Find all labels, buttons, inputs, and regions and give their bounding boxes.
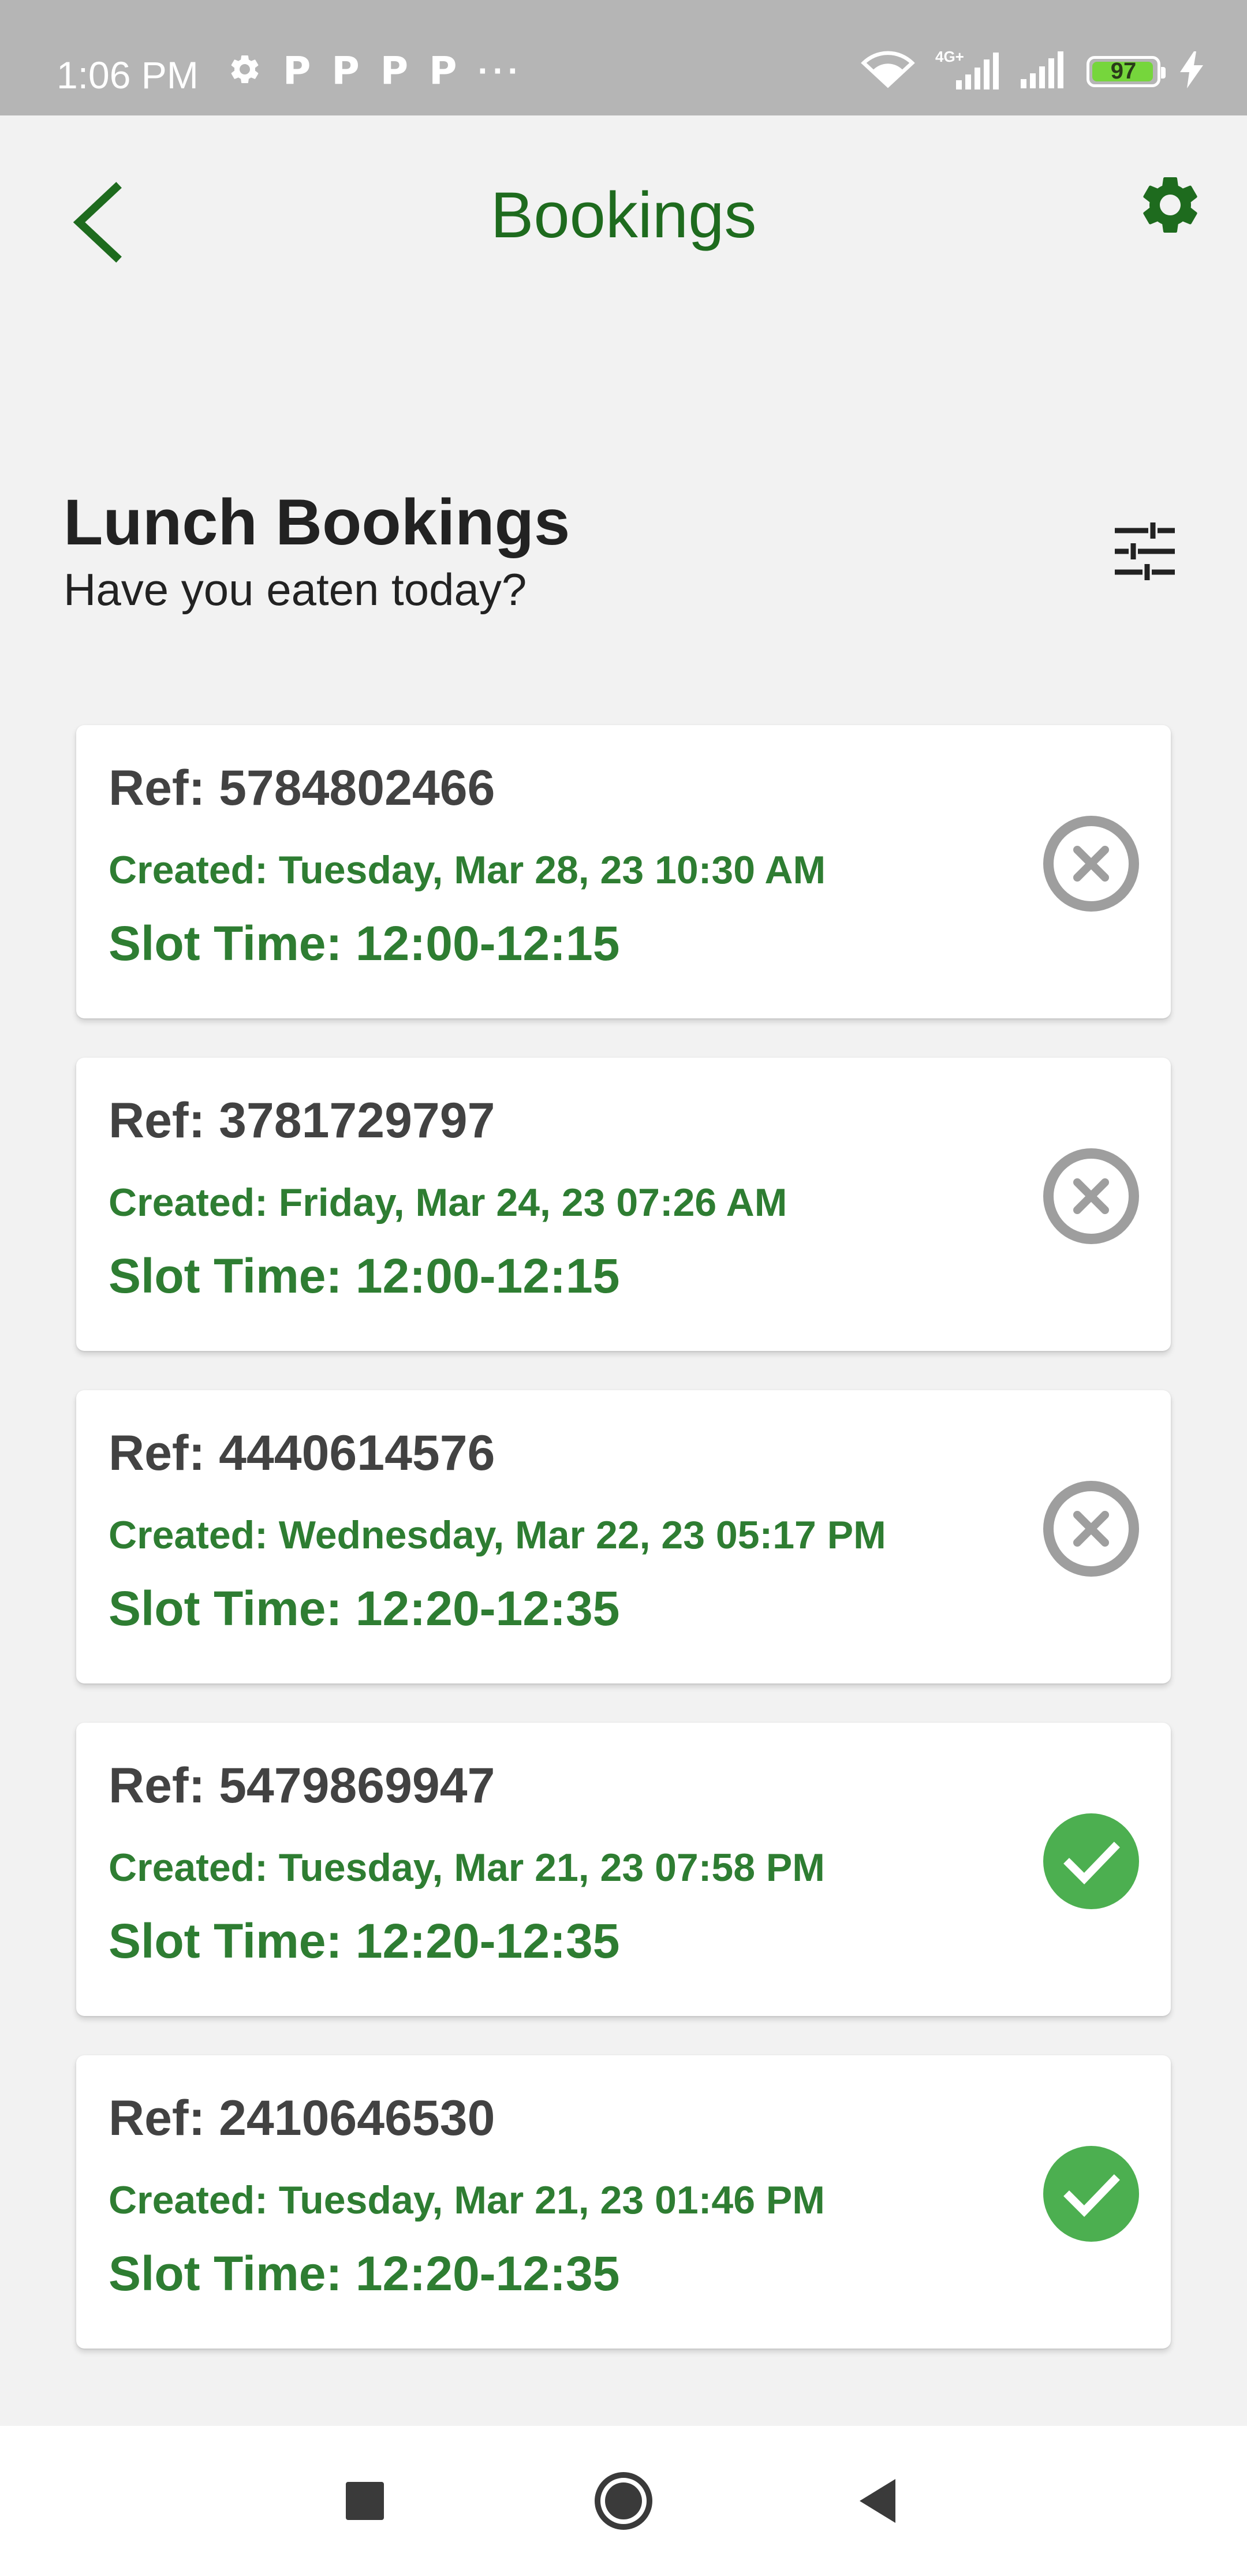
battery-icon: 97 xyxy=(1087,55,1166,87)
battery-level: 97 xyxy=(1110,58,1137,84)
recents-button[interactable] xyxy=(330,2466,400,2536)
completed-check-icon xyxy=(1043,1813,1140,1910)
charging-bolt-icon xyxy=(1180,51,1203,91)
booking-ref: Ref: 5784802466 xyxy=(109,760,495,816)
cellular-4g-icon: 4G+ xyxy=(935,48,999,92)
system-nav-bar xyxy=(0,2426,1247,2576)
app-bar: Bookings xyxy=(0,115,1247,323)
p-icon: P xyxy=(331,48,360,93)
completed-check-icon xyxy=(1043,2145,1140,2242)
back-triangle-icon xyxy=(860,2479,895,2523)
booking-list: Ref: 5784802466 Created: Tuesday, Mar 28… xyxy=(76,725,1171,2388)
section-title: Lunch Bookings xyxy=(64,486,570,558)
settings-button[interactable] xyxy=(1133,167,1208,242)
page-title: Bookings xyxy=(490,179,757,251)
booking-created: Created: Friday, Mar 24, 23 07:26 AM xyxy=(109,1181,787,1224)
booking-ref: Ref: 3781729797 xyxy=(109,1093,495,1148)
filter-button[interactable] xyxy=(1107,514,1182,589)
booking-ref: Ref: 2410646530 xyxy=(109,2090,495,2146)
cancelled-status-icon xyxy=(1043,1480,1140,1577)
booking-slot-time: Slot Time: 12:20-12:35 xyxy=(109,2246,620,2301)
booking-ref: Ref: 5479869947 xyxy=(109,1758,495,1813)
booking-slot-time: Slot Time: 12:00-12:15 xyxy=(109,1249,620,1303)
p-icon: P xyxy=(283,48,311,93)
section-subtitle: Have you eaten today? xyxy=(64,564,527,615)
booking-slot-time: Slot Time: 12:20-12:35 xyxy=(109,1581,620,1636)
wifi-icon xyxy=(860,51,916,92)
notification-icons: P P P P ··· xyxy=(227,51,522,91)
home-button[interactable] xyxy=(589,2466,658,2536)
booking-created: Created: Wednesday, Mar 22, 23 05:17 PM xyxy=(109,1513,886,1557)
status-time: 1:06 PM xyxy=(57,54,199,96)
home-circle-icon xyxy=(595,2472,652,2530)
booking-card[interactable]: Ref: 2410646530 Created: Tuesday, Mar 21… xyxy=(76,2055,1171,2349)
booking-slot-time: Slot Time: 12:00-12:15 xyxy=(109,916,620,970)
status-bar: 1:06 PM P P P P ··· 4G+ 97 xyxy=(0,0,1247,115)
booking-created: Created: Tuesday, Mar 28, 23 10:30 AM xyxy=(109,848,826,892)
booking-ref: Ref: 4440614576 xyxy=(109,1425,495,1481)
booking-slot-time: Slot Time: 12:20-12:35 xyxy=(109,1914,620,1968)
booking-card[interactable]: Ref: 5479869947 Created: Tuesday, Mar 21… xyxy=(76,1723,1171,2016)
system-icons: 4G+ 97 xyxy=(860,48,1203,92)
booking-card[interactable]: Ref: 5784802466 Created: Tuesday, Mar 28… xyxy=(76,725,1171,1018)
p-icon: P xyxy=(429,48,457,93)
booking-created: Created: Tuesday, Mar 21, 23 01:46 PM xyxy=(109,2178,825,2222)
booking-card[interactable]: Ref: 4440614576 Created: Wednesday, Mar … xyxy=(76,1390,1171,1683)
battery-nub xyxy=(1161,66,1166,79)
booking-created: Created: Tuesday, Mar 21, 23 07:58 PM xyxy=(109,1846,825,1890)
gear-icon xyxy=(1143,177,1197,233)
booking-card[interactable]: Ref: 3781729797 Created: Friday, Mar 24,… xyxy=(76,1058,1171,1351)
more-dots-icon: ··· xyxy=(477,51,523,90)
nav-back-button[interactable] xyxy=(843,2466,912,2536)
gear-icon xyxy=(227,52,262,89)
cancelled-status-icon xyxy=(1043,1148,1140,1245)
recents-square-icon xyxy=(346,2482,384,2520)
cancelled-status-icon xyxy=(1043,815,1140,912)
tune-sliders-icon xyxy=(1115,522,1175,580)
cellular-signal-icon xyxy=(1018,51,1067,91)
p-icon: P xyxy=(380,48,409,93)
